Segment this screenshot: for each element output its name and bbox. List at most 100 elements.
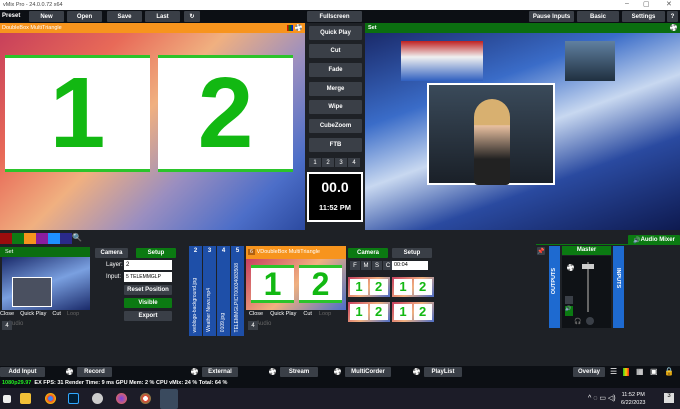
audio-button[interactable]: Audio [256,321,271,327]
last-button[interactable]: Last [145,11,180,22]
colour-orange[interactable] [24,233,36,244]
input1-thumbnail[interactable] [2,257,90,310]
colour-icon[interactable] [287,25,293,31]
input1-header[interactable]: Set [0,247,90,257]
layout-thumb-1[interactable]: 1 2 [348,277,390,297]
colour-blue[interactable] [48,233,60,244]
minimize-button[interactable]: – [625,0,629,7]
pause-inputs-button[interactable]: Pause Inputs [529,11,574,22]
close-button[interactable]: ✕ [666,0,672,8]
input-5[interactable]: 5 TELEMMGLPICT00034083508 [231,246,244,336]
new-button[interactable]: New [29,11,64,22]
gear-icon[interactable] [269,368,276,375]
input-2[interactable]: 2 weblogo-background.jpg [189,246,202,336]
gear-icon[interactable] [334,368,341,375]
chrome-icon[interactable] [45,393,56,404]
ftb-button[interactable]: FTB [309,138,362,152]
grid-icon[interactable]: ▦ [636,367,644,376]
quick-play-button[interactable]: Quick Play [20,311,46,317]
multicorder-button[interactable]: MultiCorder [345,367,391,377]
camera-button-6[interactable]: Camera [348,248,388,258]
layer-select[interactable]: 2 [124,260,172,270]
mode-s[interactable]: S [372,261,382,270]
tray-icons[interactable]: ^ ◌ ▭ ◁) [588,394,616,402]
gear-icon[interactable] [567,264,574,271]
colour-navy[interactable] [60,233,72,244]
explorer-icon[interactable] [20,393,31,404]
playlist-button[interactable]: PlayList [424,367,462,377]
mute-icon[interactable]: 🔊 [565,306,573,316]
input-4[interactable]: 4 0109.jpg [217,246,230,336]
input-select[interactable]: 5 TELEMMGLP [124,272,172,282]
overlay-4[interactable]: 4 [2,321,12,330]
knob-icon[interactable] [586,317,594,325]
cut-button[interactable]: Cut [309,44,362,58]
merge-button[interactable]: Merge [309,82,362,96]
inputs-tab[interactable]: INPUTS [613,246,624,328]
gear-icon[interactable] [66,368,73,375]
transition-2[interactable]: 2 [322,158,334,167]
setup-button[interactable]: Setup [136,248,176,258]
colour-purple[interactable] [36,233,48,244]
quick-play-button[interactable]: Quick Play [309,26,362,40]
setup-button-6[interactable]: Setup [392,248,432,258]
basic-button[interactable]: Basic [577,11,619,22]
cut-button[interactable]: Cut [52,311,61,317]
overlay-4[interactable]: 4 [248,321,258,330]
cut-button[interactable]: Cut [303,311,312,317]
tray-clock[interactable]: 11:52 PM 6/22/2023 [621,391,645,407]
refresh-icon[interactable]: ↻ [184,11,200,22]
meter-icon[interactable] [623,368,629,376]
add-input-button[interactable]: Add Input [0,367,45,377]
loop-button[interactable]: Loop [319,311,331,317]
preset-label[interactable]: Preset [2,13,20,19]
chrome-profile-icon[interactable] [140,393,151,404]
pin-icon[interactable]: 📌 [537,247,545,255]
colour-red[interactable] [0,233,12,244]
external-button[interactable]: External [202,367,238,377]
gear-icon[interactable] [670,24,677,31]
transition-4[interactable]: 4 [348,158,360,167]
fullscreen-button[interactable]: Fullscreen [307,11,362,22]
record-button[interactable]: Record [77,367,112,377]
mode-m[interactable]: M [361,261,371,270]
close-button[interactable]: Close [0,311,14,317]
window-icon[interactable]: ▣ [650,367,658,376]
loop-button[interactable]: Loop [67,311,79,317]
settings-button[interactable]: Settings [622,11,665,22]
vmix-taskbar-icon[interactable] [160,389,178,409]
input6-header[interactable]: 6 VDoubleBox MultiTriangle [246,246,346,259]
stream-button[interactable]: Stream [280,367,318,377]
windows-icon[interactable] [3,395,11,403]
gear-icon[interactable] [295,24,302,31]
maximize-button[interactable]: ▢ [643,0,650,8]
cubezoom-button[interactable]: CubeZoom [309,119,362,133]
mode-f[interactable]: F [350,261,360,270]
solo-button[interactable] [565,296,573,304]
input-3[interactable]: 3 Weather News.mp4 [203,246,216,336]
list-icon[interactable]: ☰ [610,367,617,376]
transition-3[interactable]: 3 [335,158,347,167]
layout-thumb-3[interactable]: 1 2 [348,302,390,322]
photoshop-icon[interactable] [68,393,79,404]
reset-position-button[interactable]: Reset Position [124,285,172,295]
fade-button[interactable]: Fade [309,63,362,77]
wipe-button[interactable]: Wipe [309,100,362,114]
volume-slider[interactable] [582,264,594,269]
colour-green[interactable] [12,233,24,244]
transition-1[interactable]: 1 [309,158,321,167]
gear-icon[interactable] [191,368,198,375]
save-button[interactable]: Save [107,11,142,22]
lock-icon[interactable]: 🔒 [664,367,674,376]
quick-play-button[interactable]: Quick Play [270,311,296,317]
visible-button[interactable]: Visible [124,298,172,308]
export-button[interactable]: Export [124,311,172,321]
open-button[interactable]: Open [67,11,102,22]
help-button[interactable]: ? [667,11,678,22]
outputs-tab[interactable]: OUTPUTS [549,246,560,328]
input6-thumbnail[interactable]: 1 2 [246,259,346,310]
overlay-button[interactable]: Overlay [573,367,605,377]
gear-icon[interactable] [413,368,420,375]
close-button[interactable]: Close [249,311,263,317]
headphones-icon[interactable]: 🎧 [574,318,581,325]
